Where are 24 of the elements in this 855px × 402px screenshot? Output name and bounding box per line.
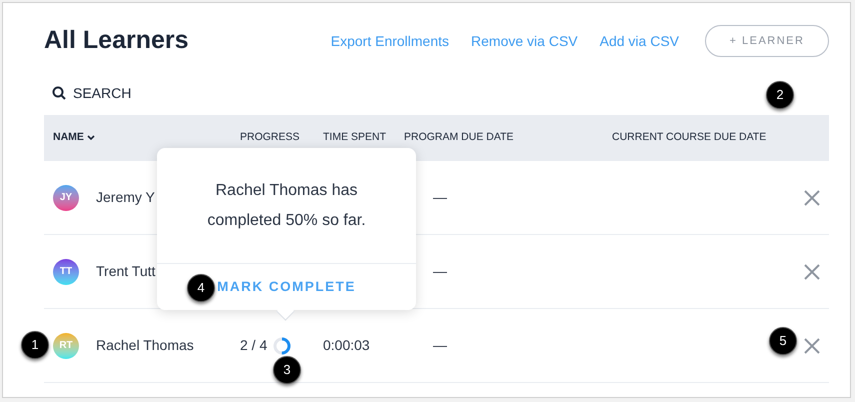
avatar: TT [53,258,79,284]
search-icon [52,86,66,100]
close-icon[interactable] [804,190,820,206]
avatar: JY [53,184,79,210]
page-title: All Learners [44,25,189,56]
time-spent: 0:00:03 [323,337,370,353]
search-field[interactable]: SEARCH [73,82,132,104]
close-icon[interactable] [804,264,820,280]
program-due-date: — [433,189,447,205]
learner-name: Trent Tutt [96,262,156,281]
learner-name: Rachel Thomas [96,336,194,355]
program-due-date: — [433,263,447,279]
chevron-down-icon [86,135,95,141]
column-header[interactable]: CURRENT COURSE DUE DATE [612,131,766,144]
progress-count: 2 / 4 [240,336,268,355]
popover-message: Rachel Thomas has completed 50% so far. [206,180,367,230]
learner-name: Jeremy Y [96,188,155,207]
close-icon[interactable] [804,338,820,354]
column-header[interactable]: PROGRAM DUE DATE [404,131,514,144]
avatar: RT [53,332,79,358]
program-due-date: — [433,337,447,353]
column-header[interactable]: TIME SPENT [323,131,386,144]
column-header[interactable]: PROGRESS [240,131,300,144]
column-header[interactable]: NAME [53,130,84,146]
